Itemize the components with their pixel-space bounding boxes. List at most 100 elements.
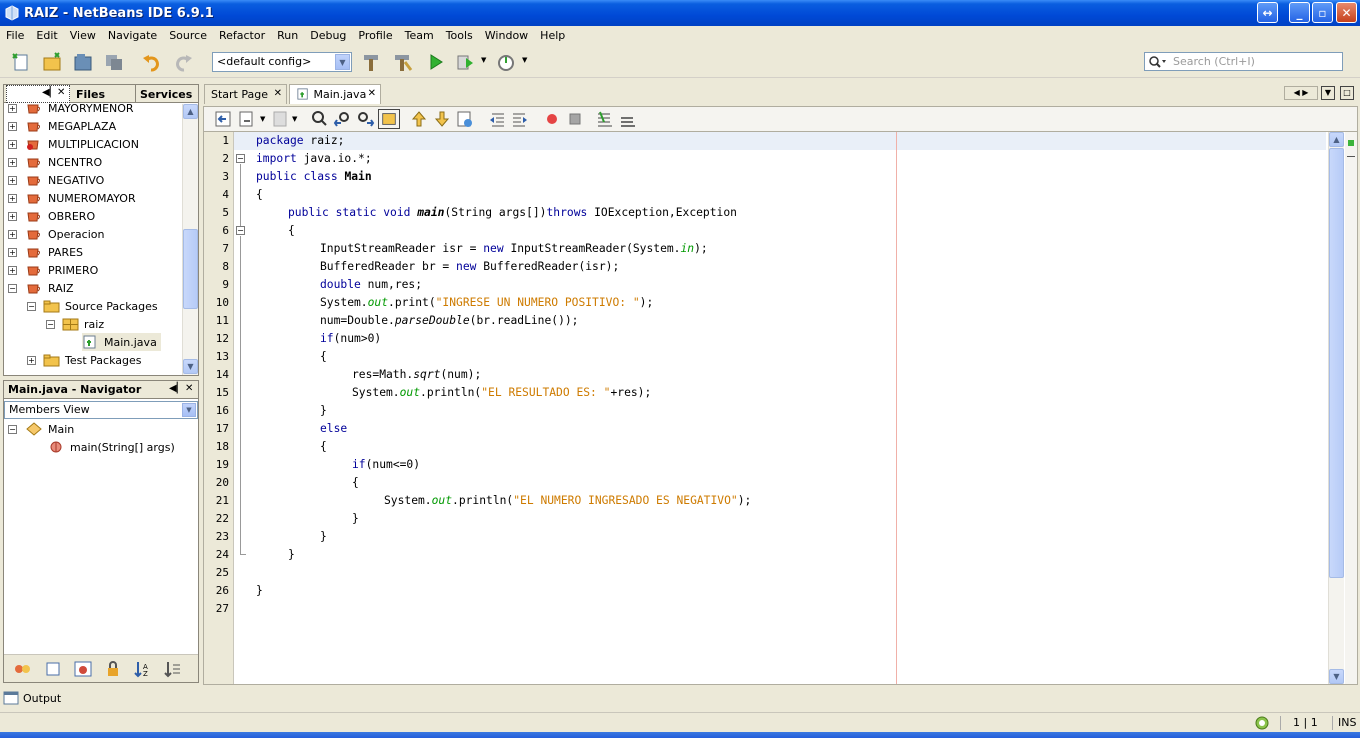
comment-icon[interactable] bbox=[594, 109, 616, 129]
expand-icon[interactable]: + bbox=[8, 212, 17, 221]
menu-profile[interactable]: Profile bbox=[352, 29, 398, 42]
tree-item-test-packages[interactable]: + Test Packages bbox=[27, 351, 141, 369]
tab-files[interactable]: Files bbox=[72, 85, 132, 103]
tree-item-mayorymenor[interactable]: + MAYORYMENOR bbox=[8, 104, 134, 117]
sort-by-name-icon[interactable]: AZ bbox=[132, 659, 154, 679]
find-next-icon[interactable] bbox=[355, 109, 377, 129]
start-macro-recording-icon[interactable] bbox=[541, 109, 563, 129]
expand-icon[interactable]: + bbox=[8, 194, 17, 203]
resize-button[interactable]: ↔ bbox=[1257, 2, 1278, 23]
tree-item-obrero[interactable]: + OBRERO bbox=[8, 207, 95, 225]
expand-icon[interactable]: + bbox=[8, 176, 17, 185]
scroll-tabs-icon[interactable]: ◀ ▶ bbox=[1284, 86, 1318, 100]
scroll-up-icon[interactable]: ▲ bbox=[1329, 132, 1344, 147]
minimize-panel-icon[interactable]: ◀▏ bbox=[42, 87, 57, 98]
show-fields-icon[interactable] bbox=[42, 659, 64, 679]
nav-item-main-class[interactable]: − Main bbox=[8, 420, 74, 438]
back-dropdown-icon[interactable]: ▼ bbox=[260, 115, 265, 123]
new-file-icon[interactable] bbox=[10, 52, 32, 72]
scroll-up-icon[interactable]: ▲ bbox=[183, 104, 198, 119]
scroll-down-icon[interactable]: ▼ bbox=[1329, 669, 1344, 684]
expand-icon[interactable]: + bbox=[8, 122, 17, 131]
output-button[interactable]: Output bbox=[3, 688, 203, 708]
new-project-icon[interactable] bbox=[41, 52, 63, 72]
menu-file[interactable]: File bbox=[0, 29, 30, 42]
open-project-icon[interactable] bbox=[72, 52, 94, 72]
scroll-thumb[interactable] bbox=[1329, 148, 1344, 578]
tree-item-raiz[interactable]: − RAIZ bbox=[8, 279, 74, 297]
next-bookmark-icon[interactable] bbox=[431, 109, 453, 129]
back-icon[interactable] bbox=[236, 109, 258, 129]
maximize-button[interactable]: ▫ bbox=[1312, 2, 1333, 23]
undo-icon[interactable] bbox=[141, 52, 163, 72]
show-static-icon[interactable] bbox=[72, 659, 94, 679]
shift-right-icon[interactable] bbox=[509, 109, 531, 129]
menu-window[interactable]: Window bbox=[479, 29, 534, 42]
sort-by-source-icon[interactable] bbox=[162, 659, 184, 679]
navigator-view-select[interactable]: Members View ▼ bbox=[4, 401, 198, 419]
close-panel-icon[interactable]: ✕ bbox=[185, 383, 193, 394]
menu-help[interactable]: Help bbox=[534, 29, 571, 42]
menu-refactor[interactable]: Refactor bbox=[213, 29, 271, 42]
scroll-down-icon[interactable]: ▼ bbox=[183, 359, 198, 374]
find-previous-icon[interactable] bbox=[332, 109, 354, 129]
search-input[interactable]: Search (Ctrl+I) bbox=[1144, 52, 1343, 71]
fold-icon[interactable]: − bbox=[236, 226, 245, 235]
menu-tools[interactable]: Tools bbox=[440, 29, 479, 42]
fold-icon[interactable]: − bbox=[236, 154, 245, 163]
last-edit-icon[interactable] bbox=[212, 109, 234, 129]
close-panel-icon[interactable]: ✕ bbox=[57, 87, 65, 98]
toggle-highlight-icon[interactable] bbox=[378, 109, 400, 129]
expand-icon[interactable]: + bbox=[8, 230, 17, 239]
debug-icon[interactable] bbox=[455, 52, 477, 72]
tree-item-primero[interactable]: + PRIMERO bbox=[8, 261, 98, 279]
minimize-panel-icon[interactable]: ◀▏ bbox=[169, 383, 184, 394]
menu-run[interactable]: Run bbox=[271, 29, 304, 42]
build-hammer-icon[interactable] bbox=[360, 52, 382, 72]
uncomment-icon[interactable] bbox=[617, 109, 639, 129]
tree-item-operacion[interactable]: + Operacion bbox=[8, 225, 104, 243]
projects-scrollbar[interactable]: ▲ ▼ bbox=[182, 104, 198, 375]
tab-start-page[interactable]: Start Page ✕ bbox=[204, 84, 287, 104]
expand-icon[interactable]: + bbox=[27, 356, 36, 365]
toggle-bookmark-icon[interactable] bbox=[454, 109, 476, 129]
save-all-icon[interactable] bbox=[103, 52, 125, 72]
tree-item-raiz-package[interactable]: − raiz bbox=[46, 315, 104, 333]
menu-team[interactable]: Team bbox=[399, 29, 440, 42]
show-private-icon[interactable] bbox=[102, 659, 124, 679]
redo-icon[interactable] bbox=[172, 52, 194, 72]
forward-dropdown-icon[interactable]: ▼ bbox=[292, 115, 297, 123]
menu-debug[interactable]: Debug bbox=[304, 29, 352, 42]
menu-edit[interactable]: Edit bbox=[30, 29, 63, 42]
close-button[interactable]: ✕ bbox=[1336, 2, 1357, 23]
maximize-editor-icon[interactable]: □ bbox=[1340, 86, 1354, 100]
tree-item-source-packages[interactable]: − Source Packages bbox=[27, 297, 158, 315]
stop-macro-recording-icon[interactable] bbox=[564, 109, 586, 129]
tab-services[interactable]: Services bbox=[135, 85, 197, 103]
tree-item-negativo[interactable]: + NEGATIVO bbox=[8, 171, 104, 189]
close-tab-icon[interactable]: ✕ bbox=[274, 88, 282, 99]
profile-dropdown-icon[interactable]: ▼ bbox=[522, 56, 527, 64]
expand-icon[interactable]: + bbox=[8, 248, 17, 257]
scroll-thumb[interactable] bbox=[183, 229, 198, 309]
update-notification-icon[interactable] bbox=[1254, 715, 1270, 731]
expand-icon[interactable]: + bbox=[8, 158, 17, 167]
editor-scrollbar[interactable]: ▲ ▼ bbox=[1328, 132, 1344, 684]
clean-build-icon[interactable] bbox=[391, 52, 413, 72]
minimize-button[interactable]: _ bbox=[1289, 2, 1310, 23]
collapse-icon[interactable]: − bbox=[46, 320, 55, 329]
forward-icon[interactable] bbox=[270, 109, 292, 129]
code-area[interactable]: package raiz; import java.io.*; public c… bbox=[256, 132, 1326, 684]
profile-icon[interactable] bbox=[495, 52, 517, 72]
tree-item-megaplaza[interactable]: + MEGAPLAZA bbox=[8, 117, 116, 135]
tab-main-java[interactable]: Main.java ✕ bbox=[289, 84, 381, 104]
shift-left-icon[interactable] bbox=[486, 109, 508, 129]
run-icon[interactable] bbox=[425, 52, 447, 72]
collapse-icon[interactable]: − bbox=[8, 284, 17, 293]
chevron-down-icon[interactable]: ▼ bbox=[335, 54, 350, 70]
menu-navigate[interactable]: Navigate bbox=[102, 29, 163, 42]
show-inherited-icon[interactable] bbox=[12, 659, 34, 679]
find-selection-icon[interactable] bbox=[309, 109, 331, 129]
code-editor[interactable]: 1 2 3 4 5 6 7 8 9 10 11 12 13 14 15 16 1… bbox=[203, 131, 1358, 685]
expand-icon[interactable]: + bbox=[8, 140, 17, 149]
